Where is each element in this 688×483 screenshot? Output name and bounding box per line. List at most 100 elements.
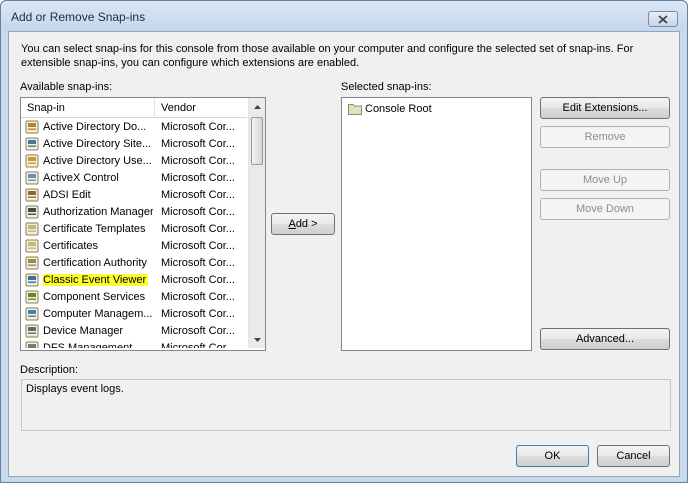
scroll-down-button[interactable]: [249, 331, 266, 348]
snapin-vendor: Microsoft Cor...: [161, 189, 235, 201]
close-button[interactable]: [648, 11, 678, 27]
certificate-templates-icon: [25, 222, 39, 236]
dfs-icon: [25, 341, 39, 348]
list-item[interactable]: Certification Authority Microsoft Cor...: [21, 255, 247, 272]
list-item[interactable]: Classic Event Viewer Microsoft Cor...: [21, 272, 247, 289]
snapin-name-text: ActiveX Control: [43, 172, 119, 184]
ok-button[interactable]: OK: [516, 445, 589, 467]
advanced-button[interactable]: Advanced...: [540, 328, 670, 350]
snapin-vendor: Microsoft Cor...: [161, 257, 235, 269]
list-item[interactable]: Certificates Microsoft Cor...: [21, 238, 247, 255]
available-snapins-label: Available snap-ins:: [20, 81, 113, 93]
available-snapins-rows: Active Directory Do... Microsoft Cor... Ac…: [21, 119, 247, 348]
snapin-vendor: Microsoft Cor...: [161, 342, 235, 348]
snapin-name: Certificate Templates: [43, 221, 153, 238]
snapin-name-text: DFS Management: [43, 342, 133, 348]
directory-sites-icon: [25, 137, 39, 151]
snapin-name-text: ADSI Edit: [43, 189, 91, 201]
snapin-vendor: Microsoft Cor...: [161, 172, 235, 184]
intro-text: You can select snap-ins for this console…: [21, 43, 634, 69]
list-item[interactable]: Active Directory Use... Microsoft Cor...: [21, 153, 247, 170]
list-item[interactable]: Authorization Manager Microsoft Cor...: [21, 204, 247, 221]
computer-management-icon: [25, 307, 39, 321]
scroll-thumb[interactable]: [251, 117, 263, 165]
title-bar[interactable]: Add or Remove Snap-ins: [1, 1, 687, 31]
list-item[interactable]: DFS Management Microsoft Cor...: [21, 340, 247, 348]
list-item[interactable]: Active Directory Do... Microsoft Cor...: [21, 119, 247, 136]
dialog-body: You can select snap-ins for this console…: [8, 31, 680, 477]
tree-item-label: Console Root: [365, 103, 432, 115]
snapin-vendor: Microsoft Cor...: [161, 308, 235, 320]
snapin-name: Authorization Manager: [43, 204, 153, 221]
snapin-name-text: Certificate Templates: [43, 223, 146, 235]
authorization-icon: [25, 205, 39, 219]
snapin-name-text: Device Manager: [43, 325, 124, 337]
list-item[interactable]: Certificate Templates Microsoft Cor...: [21, 221, 247, 238]
remove-button[interactable]: Remove: [540, 126, 670, 148]
snapin-name: ADSI Edit: [43, 187, 153, 204]
add-button-rest: dd >: [295, 218, 318, 230]
snapin-name: Classic Event Viewer: [43, 272, 153, 289]
snapin-name-text: Active Directory Use...: [43, 155, 152, 167]
move-up-button[interactable]: Move Up: [540, 169, 670, 191]
snapin-name-text: Active Directory Site...: [43, 138, 152, 150]
snapin-vendor: Microsoft Cor...: [161, 274, 235, 286]
selected-snapins-list[interactable]: Console Root: [341, 97, 532, 351]
list-item[interactable]: Component Services Microsoft Cor...: [21, 289, 247, 306]
move-down-button[interactable]: Move Down: [540, 198, 670, 220]
snapin-name-text: Computer Managem...: [43, 308, 153, 320]
list-item[interactable]: Active Directory Site... Microsoft Cor...: [21, 136, 247, 153]
snapin-name: DFS Management: [43, 340, 153, 348]
scroll-down-arrow-icon: [254, 337, 261, 342]
directory-users-icon: [25, 154, 39, 168]
snapin-vendor: Microsoft Cor...: [161, 291, 235, 303]
certificates-icon: [25, 239, 39, 253]
vertical-scrollbar[interactable]: [248, 98, 265, 348]
snapin-vendor: Microsoft Cor...: [161, 325, 235, 337]
directory-icon: [25, 120, 39, 134]
snapin-name-text: Certificates: [43, 240, 99, 252]
column-header-snapin[interactable]: Snap-in: [21, 98, 155, 118]
snapin-name: Active Directory Do...: [43, 119, 153, 136]
description-box: Displays event logs.: [21, 379, 671, 431]
scroll-up-arrow-icon: [254, 104, 261, 109]
list-item[interactable]: ADSI Edit Microsoft Cor...: [21, 187, 247, 204]
list-header: Snap-in Vendor: [21, 98, 247, 118]
snapin-name-text: Classic Event Viewer: [43, 274, 149, 286]
snapin-name-text: Certification Authority: [43, 257, 147, 269]
adsi-edit-icon: [25, 188, 39, 202]
dialog-window: Add or Remove Snap-ins You can select sn…: [0, 0, 688, 483]
snapin-name-text: Component Services: [43, 291, 146, 303]
available-snapins-list[interactable]: Snap-in Vendor Active Directory Do... Mic…: [20, 97, 266, 351]
snapin-vendor: Microsoft Cor...: [161, 138, 235, 150]
column-header-vendor[interactable]: Vendor: [155, 98, 247, 118]
snapin-name: Computer Managem...: [43, 306, 153, 323]
snapin-vendor: Microsoft Cor...: [161, 206, 235, 218]
edit-extensions-button[interactable]: Edit Extensions...: [540, 97, 670, 119]
snapin-name-text: Active Directory Do...: [43, 121, 147, 133]
snapin-vendor: Microsoft Cor...: [161, 155, 235, 167]
snapin-name: Device Manager: [43, 323, 153, 340]
snapin-name: Active Directory Site...: [43, 136, 153, 153]
close-icon: [658, 14, 668, 24]
device-manager-icon: [25, 324, 39, 338]
folder-icon: [348, 104, 362, 115]
description-text: Displays event logs.: [26, 383, 124, 395]
snapin-name: Certification Authority: [43, 255, 153, 272]
component-services-icon: [25, 290, 39, 304]
snapin-name: Component Services: [43, 289, 153, 306]
snapin-name: ActiveX Control: [43, 170, 153, 187]
snapin-name: Active Directory Use...: [43, 153, 153, 170]
snapin-vendor: Microsoft Cor...: [161, 121, 235, 133]
activex-icon: [25, 171, 39, 185]
certification-authority-icon: [25, 256, 39, 270]
add-button[interactable]: Add >: [271, 213, 335, 235]
list-item[interactable]: Device Manager Microsoft Cor...: [21, 323, 247, 340]
scroll-up-button[interactable]: [249, 98, 266, 115]
snapin-vendor: Microsoft Cor...: [161, 240, 235, 252]
snapin-vendor: Microsoft Cor...: [161, 223, 235, 235]
list-item[interactable]: Computer Managem... Microsoft Cor...: [21, 306, 247, 323]
list-item[interactable]: ActiveX Control Microsoft Cor...: [21, 170, 247, 187]
cancel-button[interactable]: Cancel: [597, 445, 670, 467]
window-title: Add or Remove Snap-ins: [11, 10, 146, 24]
